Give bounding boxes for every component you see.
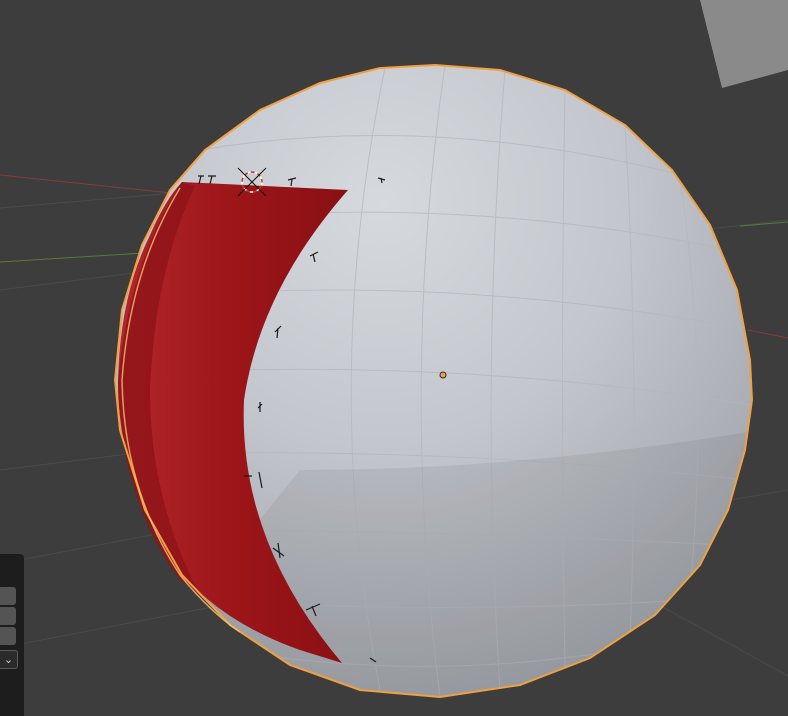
- panel-field[interactable]: [0, 607, 16, 625]
- background-cube: [700, 0, 788, 88]
- panel-field[interactable]: [0, 587, 16, 605]
- panel-field[interactable]: [0, 627, 16, 645]
- redo-panel: ⌄: [0, 554, 24, 716]
- axis-x: [0, 174, 191, 196]
- axis-x-right: [747, 329, 788, 339]
- 3d-cursor[interactable]: [237, 167, 267, 197]
- chevron-down-icon: ⌄: [3, 653, 14, 666]
- 3d-viewport[interactable]: [0, 0, 788, 716]
- axis-y: [0, 251, 161, 263]
- panel-dropdown[interactable]: ⌄: [0, 650, 18, 669]
- object-origin: [439, 371, 447, 379]
